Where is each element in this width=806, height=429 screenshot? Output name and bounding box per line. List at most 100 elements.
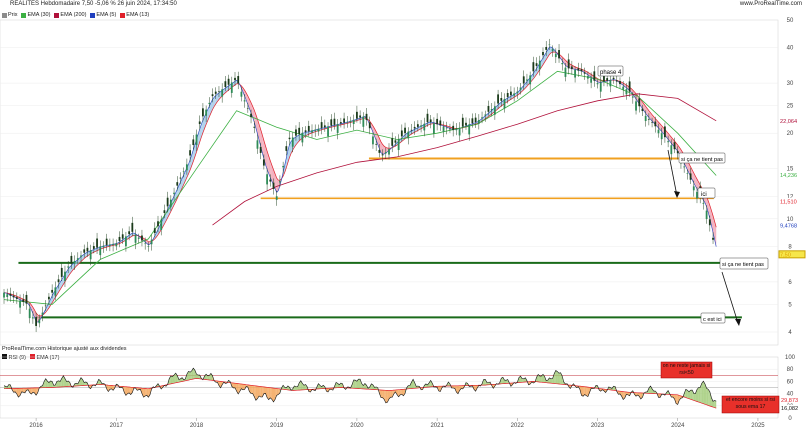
rsi-band-fill	[50, 380, 53, 388]
price-candle-body	[15, 297, 18, 299]
price-candle-body	[554, 53, 557, 58]
price-candle-body	[487, 106, 490, 112]
price-candle-body	[535, 63, 538, 66]
price-candle-body	[375, 143, 378, 145]
price-candle-body	[477, 120, 480, 124]
annotation-rsi2-text: et encore moins si rsi sous ema 17	[725, 397, 775, 410]
annotation-ici2: c est ici	[700, 312, 726, 324]
price-candle-body	[570, 66, 573, 70]
price-candle-body	[429, 119, 432, 122]
price-candle-body	[25, 294, 28, 304]
price-candle-body	[282, 166, 285, 168]
rsi-band-fill	[714, 400, 717, 409]
price-candle-body	[266, 174, 268, 185]
price-candle-body	[635, 101, 637, 111]
rsi-band-fill	[255, 385, 258, 401]
price-candle-body	[131, 222, 134, 232]
annotation-ici2-text: c est ici	[703, 317, 722, 323]
price-candle-body	[22, 299, 25, 303]
rsi-axis-tick-label: 80	[787, 367, 794, 373]
rsi-band-fill	[504, 380, 507, 384]
price-axis-tick-label: 10	[787, 217, 794, 223]
price-candle-body	[38, 319, 41, 324]
price-candle-body	[532, 62, 535, 72]
price-candle-body	[599, 82, 602, 92]
x-axis-tick-label: 2022	[511, 423, 525, 429]
price-candle-body	[144, 243, 147, 245]
rsi-band-fill	[8, 384, 11, 389]
price-candle-body	[234, 77, 236, 81]
annotation-tient2: si ça ne tient pas	[719, 257, 769, 270]
price-candle-body	[622, 86, 625, 90]
price-chart[interactable]: 45681012152025304050 22,06414,23611,5109…	[0, 0, 806, 429]
price-candle-body	[420, 125, 422, 127]
price-axis-tick-label: 8	[788, 244, 792, 250]
price-candle-body	[526, 79, 528, 81]
rsi-band-fill	[251, 385, 253, 394]
arrow-head-1	[674, 191, 680, 198]
price-candle-body	[426, 113, 429, 123]
price-candle-body	[391, 138, 394, 146]
price-candle-body	[118, 236, 121, 242]
price-candle-body	[346, 121, 349, 123]
price-candle-body	[262, 159, 265, 166]
price-candle-body	[19, 300, 21, 308]
price-candle-body	[574, 69, 576, 78]
price-candle-body	[182, 171, 185, 173]
annotation-ici1: ici	[697, 187, 716, 199]
price-candle-body	[619, 81, 621, 85]
price-candle-body	[542, 51, 544, 56]
price-candle-body	[202, 108, 204, 117]
price-candle-body	[712, 237, 714, 240]
price-plot-frame	[0, 19, 779, 346]
rsi-band-fill	[260, 386, 263, 397]
price-candle-body	[60, 267, 63, 277]
price-candle-body	[208, 102, 211, 105]
price-candle-body	[92, 246, 95, 249]
price-candle-body	[35, 317, 37, 326]
annotation-tient1: si ça ne tient pas	[678, 152, 726, 164]
price-candle-body	[407, 131, 410, 139]
price-axis-tick-label: 6	[788, 280, 792, 286]
price-candle-body	[461, 117, 464, 127]
price-candle-body	[250, 113, 252, 118]
rsi-band-fill	[295, 386, 298, 391]
rsi-band-fill	[21, 388, 24, 393]
price-candle-body	[519, 87, 522, 90]
annotation-ici1-text: ici	[701, 192, 707, 198]
rsi-value-tag-label: 16,082	[781, 406, 798, 412]
price-candle-body	[474, 117, 477, 122]
rsi-band-fill	[355, 380, 357, 389]
price-candle-body	[529, 75, 532, 85]
price-candle-body	[64, 271, 66, 281]
x-axis-tick-label: 2018	[190, 423, 204, 429]
price-candle-body	[73, 260, 76, 264]
rsi-band-fill	[483, 379, 486, 386]
rsi-band-fill	[380, 390, 383, 398]
price-candle-body	[230, 82, 233, 93]
price-candle-body	[259, 146, 262, 153]
price-candle-body	[243, 100, 246, 102]
annotation-tient2-text: si ça ne tient pas	[722, 262, 764, 268]
price-candle-body	[580, 69, 583, 72]
price-candle-body	[48, 296, 50, 300]
price-axis-tick-label: 50	[787, 18, 794, 24]
rsi-band-fill	[581, 386, 584, 397]
price-axis-tick-label: 40	[787, 46, 794, 52]
price-candle-body	[44, 305, 47, 307]
price-candle-body	[564, 67, 567, 77]
rsi-axis-tick-label: 100	[785, 355, 796, 361]
price-candle-body	[76, 258, 79, 260]
price-candle-body	[465, 122, 467, 126]
price-axis-tick-label: 5	[788, 302, 792, 308]
price-candle-body	[708, 219, 711, 226]
price-candle-body	[51, 289, 54, 293]
rsi-axis-tick-label: 60	[787, 379, 794, 385]
price-candle-body	[291, 137, 294, 147]
price-candle-body	[423, 123, 426, 131]
annotation-arrows	[667, 149, 741, 326]
price-candle-body	[246, 108, 249, 110]
rsi-band-fill	[170, 375, 173, 384]
rsi-band-fill	[233, 383, 236, 388]
price-candle-body	[96, 238, 98, 248]
